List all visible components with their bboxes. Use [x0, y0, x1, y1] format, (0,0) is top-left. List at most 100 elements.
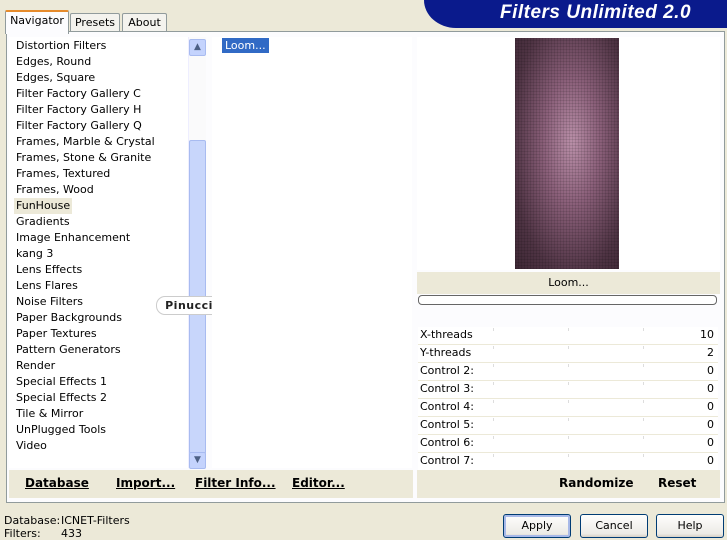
control-value: 0 [707, 382, 714, 395]
control-value: 0 [707, 454, 714, 467]
list-item[interactable]: Frames, Wood [16, 182, 94, 198]
preview-filter-name: Loom... [417, 272, 720, 294]
slider-tick [568, 454, 569, 457]
chevron-up-icon: ▲ [194, 42, 201, 52]
slider-tick [493, 436, 494, 439]
list-item[interactable]: Frames, Stone & Granite [16, 150, 151, 166]
control-row[interactable]: Control 7: 0 [418, 453, 718, 471]
help-button[interactable]: Help [656, 514, 724, 538]
slider-tick [643, 436, 644, 439]
filter-item-loom[interactable]: Loom... [222, 38, 269, 53]
tab-navigator[interactable]: Navigator [5, 10, 69, 34]
list-item[interactable]: UnPlugged Tools [16, 422, 106, 438]
control-row[interactable]: Control 4: 0 [418, 399, 718, 417]
control-value: 0 [707, 400, 714, 413]
preview-image [515, 38, 619, 269]
slider-tick [493, 364, 494, 367]
control-label: Y-threads [420, 346, 472, 359]
control-value: 10 [700, 328, 714, 341]
slider-tick [643, 454, 644, 457]
scroll-up-button[interactable]: ▲ [189, 39, 206, 56]
control-row[interactable]: Y-threads 2 [418, 345, 718, 363]
list-item[interactable]: Lens Effects [16, 262, 82, 278]
status-filters-label: Filters: [4, 527, 41, 540]
list-item[interactable]: Gradients [16, 214, 70, 230]
control-label: Control 6: [420, 436, 474, 449]
list-item[interactable]: Image Enhancement [16, 230, 130, 246]
slider-tick [643, 382, 644, 385]
slider-tick [643, 400, 644, 403]
list-item[interactable]: Noise Filters [16, 294, 83, 310]
scroll-down-button[interactable]: ▼ [189, 452, 206, 469]
control-row[interactable]: Control 6: 0 [418, 435, 718, 453]
slider-tick [568, 346, 569, 349]
slider-tick [493, 418, 494, 421]
status-database-label: Database: [4, 514, 61, 527]
list-item[interactable]: Frames, Textured [16, 166, 110, 182]
list-item[interactable]: FunHouse [14, 198, 73, 214]
slider-tick [568, 364, 569, 367]
list-item[interactable]: Edges, Round [16, 54, 91, 70]
control-label: Control 5: [420, 418, 474, 431]
slider-tick [643, 328, 644, 331]
slider-tick [568, 328, 569, 331]
control-label: Control 7: [420, 454, 474, 467]
control-row[interactable]: Control 2: 0 [418, 363, 718, 381]
database-button[interactable]: Database [25, 476, 89, 490]
status-filters-value: 433 [61, 527, 82, 540]
list-item[interactable]: kang 3 [16, 246, 53, 262]
control-label: Control 3: [420, 382, 474, 395]
list-item[interactable]: Filter Factory Gallery C [16, 86, 141, 102]
control-row[interactable]: X-threads 10 [418, 327, 718, 345]
control-row[interactable]: Control 5: 0 [418, 417, 718, 435]
list-item[interactable]: Paper Textures [16, 326, 97, 342]
filter-list[interactable] [212, 37, 412, 468]
list-item[interactable]: Render [16, 358, 55, 374]
control-value: 2 [707, 346, 714, 359]
slider-tick [568, 418, 569, 421]
control-value: 0 [707, 418, 714, 431]
list-item[interactable]: Pattern Generators [16, 342, 121, 358]
list-item[interactable]: Tile & Mirror [16, 406, 83, 422]
control-label: Control 4: [420, 400, 474, 413]
list-item[interactable]: Paper Backgrounds [16, 310, 122, 326]
import-button[interactable]: Import... [116, 476, 175, 490]
control-label: Control 2: [420, 364, 474, 377]
control-row[interactable]: Control 3: 0 [418, 381, 718, 399]
slider-tick [493, 328, 494, 331]
control-label: X-threads [420, 328, 473, 341]
slider-tick [493, 454, 494, 457]
list-item[interactable]: Frames, Marble & Crystal [16, 134, 155, 150]
slider-tick [568, 382, 569, 385]
control-value: 0 [707, 364, 714, 377]
cancel-button[interactable]: Cancel [580, 514, 648, 538]
tab-about[interactable]: About [122, 13, 167, 32]
app-title: Filters Unlimited 2.0 [499, 2, 692, 23]
status-database-value: ICNET-Filters [61, 514, 130, 527]
list-item[interactable]: Distortion Filters [16, 38, 106, 54]
slider-tick [493, 400, 494, 403]
list-item[interactable]: Video [16, 438, 47, 454]
apply-button[interactable]: Apply [503, 514, 571, 538]
slider-tick [493, 382, 494, 385]
list-item[interactable]: Filter Factory Gallery Q [16, 118, 142, 134]
list-item[interactable]: Special Effects 1 [16, 374, 107, 390]
slider-tick [643, 346, 644, 349]
slider-tick [568, 400, 569, 403]
progress-bar [418, 295, 717, 305]
list-item[interactable]: Edges, Square [16, 70, 95, 86]
reset-button[interactable]: Reset [658, 476, 696, 490]
tab-presets[interactable]: Presets [70, 13, 120, 32]
randomize-button[interactable]: Randomize [559, 476, 633, 490]
list-item[interactable]: Filter Factory Gallery H [16, 102, 141, 118]
list-item[interactable]: Lens Flares [16, 278, 78, 294]
editor-button[interactable]: Editor... [292, 476, 345, 490]
list-item[interactable]: Special Effects 2 [16, 390, 107, 406]
control-value: 0 [707, 436, 714, 449]
slider-tick [643, 364, 644, 367]
slider-tick [493, 346, 494, 349]
chevron-down-icon: ▼ [194, 455, 201, 465]
slider-tick [643, 418, 644, 421]
slider-tick [568, 436, 569, 439]
filter-info-button[interactable]: Filter Info... [195, 476, 276, 490]
